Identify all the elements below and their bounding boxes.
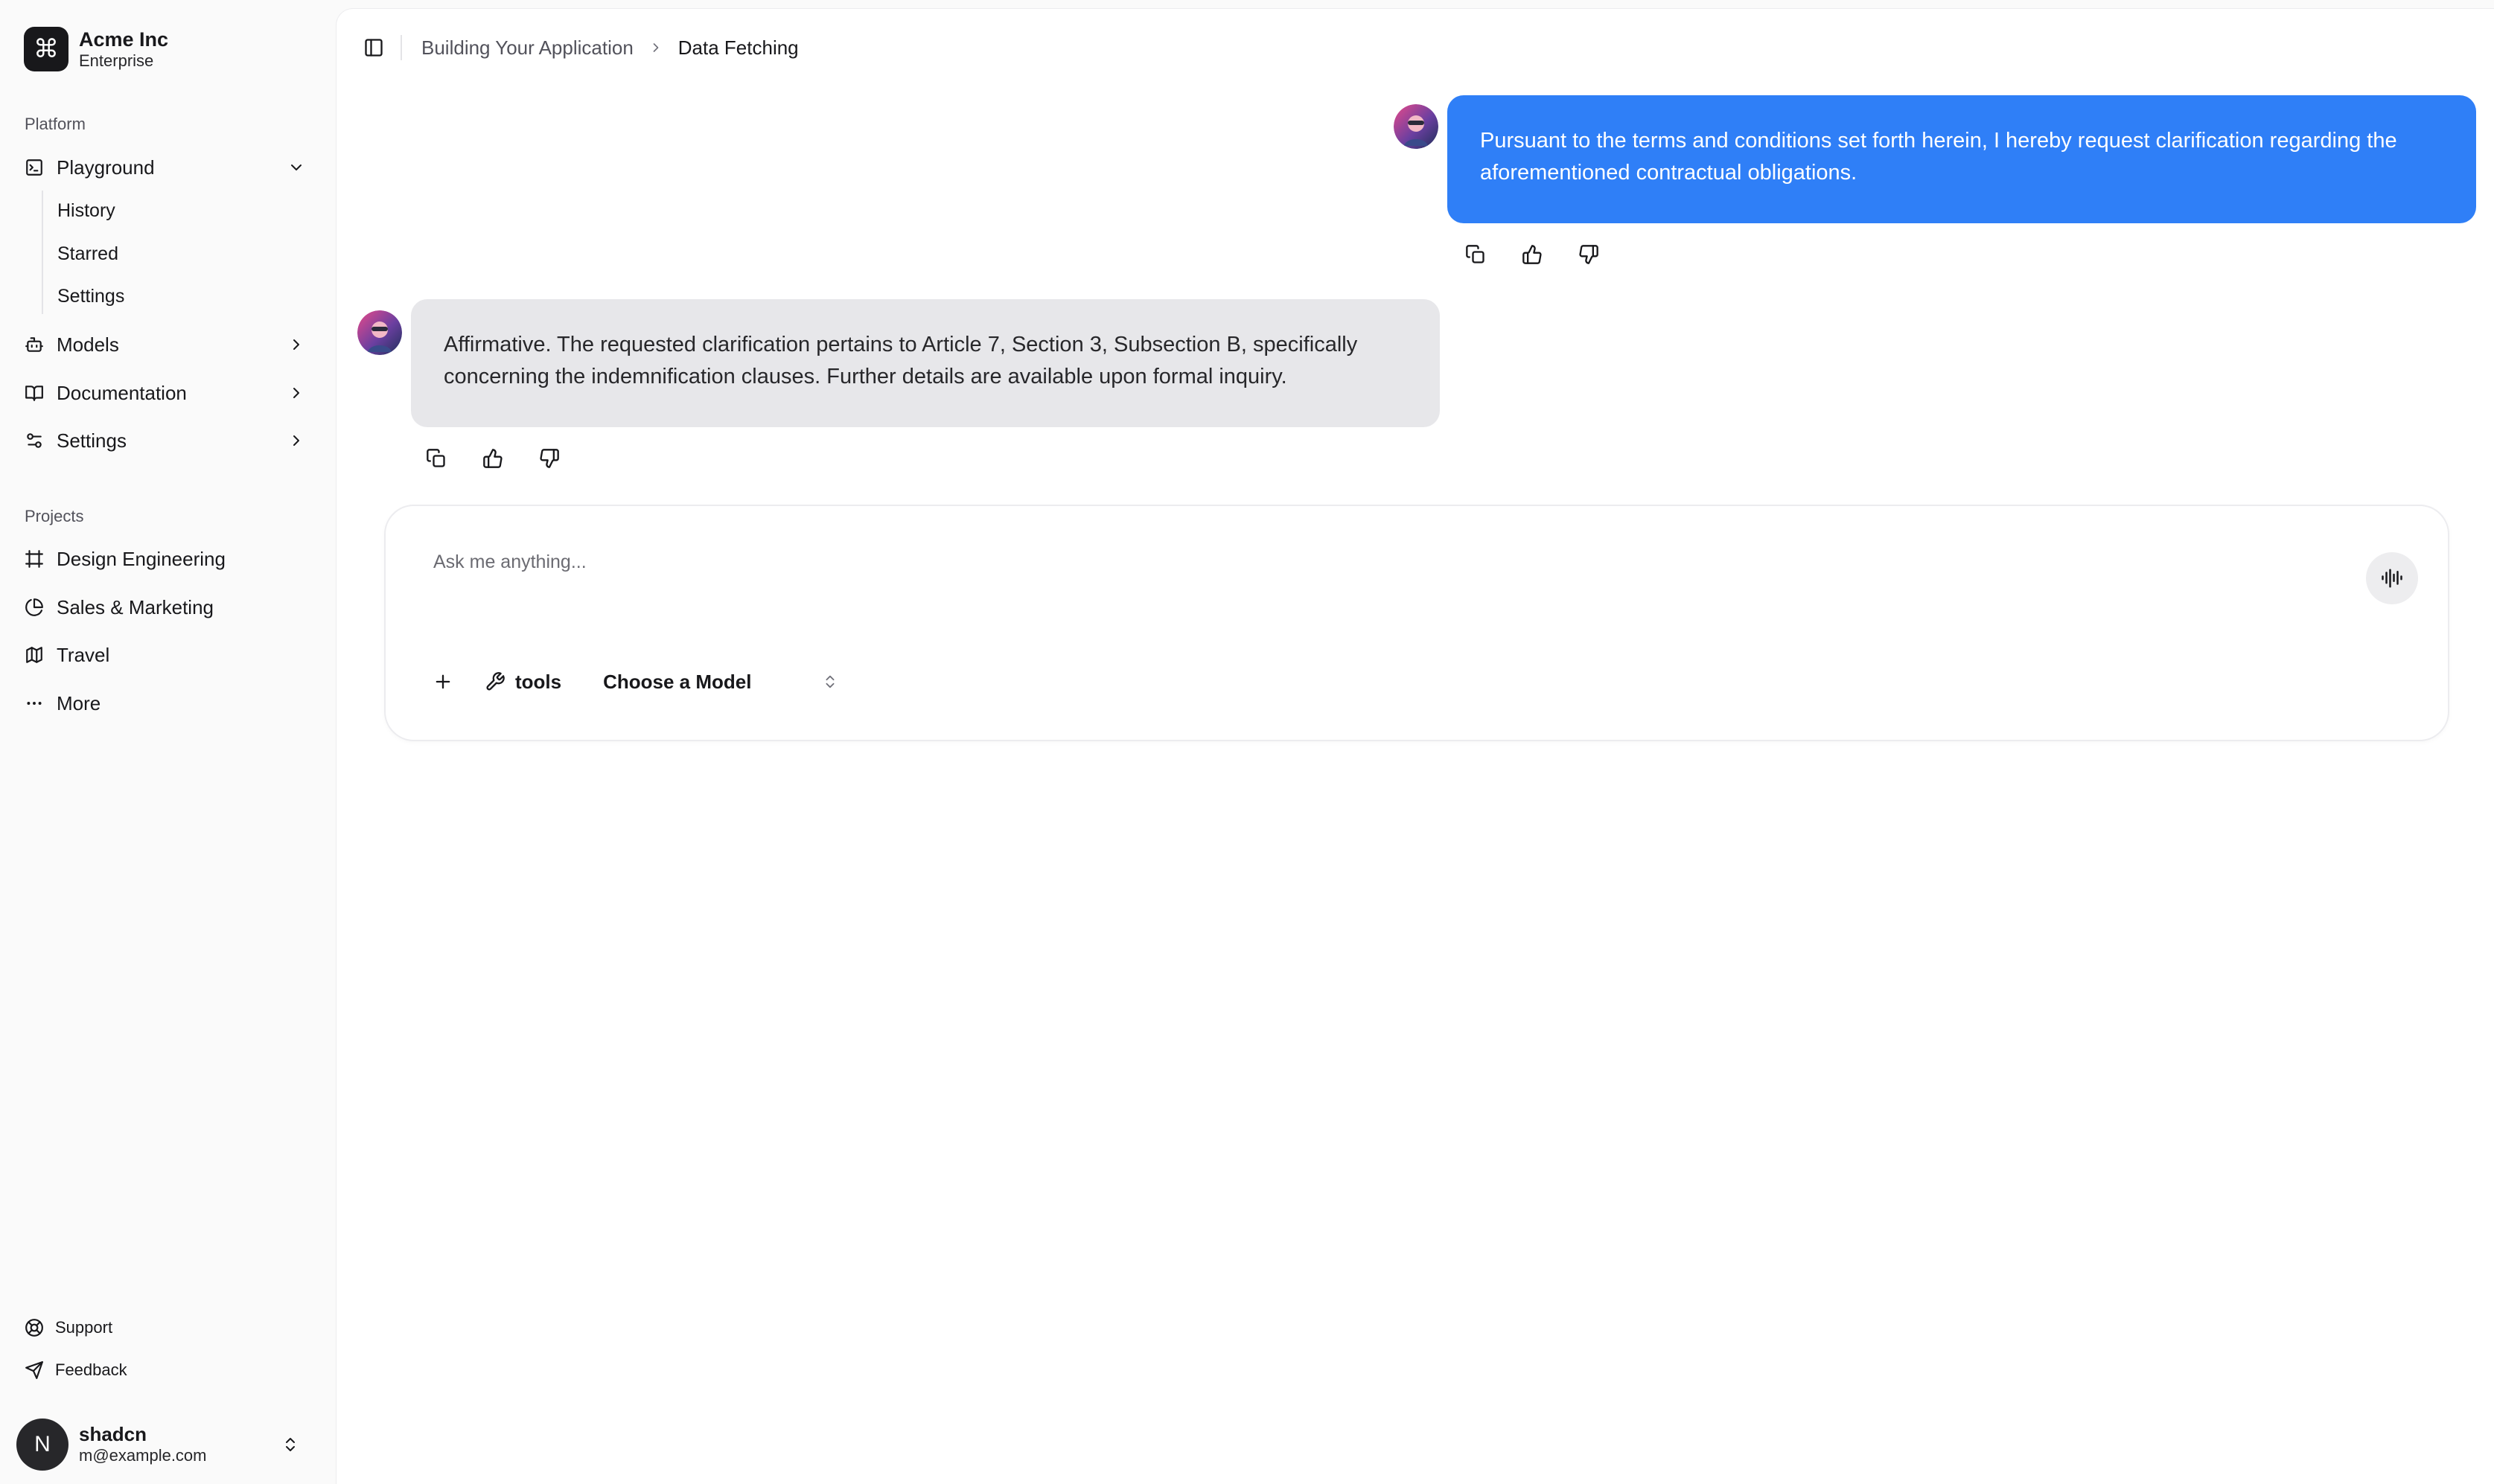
project-item-more[interactable]: More — [24, 682, 307, 724]
project-item-label: More — [57, 691, 101, 714]
copy-button[interactable] — [1461, 240, 1490, 269]
thumbs-down-icon — [539, 448, 560, 469]
thumbs-down-button[interactable] — [535, 444, 564, 473]
voice-input-button[interactable] — [2366, 552, 2418, 604]
add-attachment-button[interactable] — [424, 663, 462, 700]
thumbs-down-button[interactable] — [1574, 240, 1604, 269]
chevron-right-icon — [286, 430, 307, 451]
send-icon — [24, 1360, 45, 1381]
sidebar-item-label: Feedback — [55, 1360, 127, 1379]
thumbs-up-icon — [482, 448, 503, 469]
user-menu[interactable]: N shadcn m@example.com — [16, 1419, 311, 1471]
sidebar: ⌘ Acme Inc Enterprise Platform Playgroun… — [0, 0, 337, 1484]
assistant-message-bubble: Affirmative. The requested clarification… — [411, 299, 1440, 427]
sidebar-item-support[interactable]: Support — [24, 1311, 112, 1344]
model-select[interactable]: Choose a Model — [603, 671, 838, 694]
sidebar-item-playground[interactable]: Playground — [24, 147, 307, 188]
thumbs-down-icon — [1578, 244, 1599, 265]
bot-icon — [24, 334, 45, 355]
breadcrumb-link[interactable]: Building Your Application — [421, 36, 634, 60]
pie-chart-icon — [24, 597, 45, 618]
book-open-icon — [24, 383, 45, 403]
assistant-message-actions — [421, 444, 591, 473]
tools-label: tools — [515, 670, 562, 693]
chevron-down-icon — [286, 157, 307, 178]
chevron-right-icon — [648, 40, 663, 55]
user-message-actions — [1461, 240, 1630, 269]
settings-2-icon — [24, 430, 45, 451]
sidebar-subitem-starred[interactable]: Starred — [57, 236, 118, 272]
header: Building Your Application Data Fetching — [359, 31, 799, 64]
user-avatar — [1394, 104, 1438, 149]
plus-icon — [433, 671, 453, 692]
sidebar-toggle-button[interactable] — [359, 33, 389, 63]
chevrons-up-down-icon — [822, 674, 838, 690]
user-name: shadcn — [79, 1423, 147, 1445]
chevrons-up-down-icon — [280, 1434, 301, 1455]
team-switcher[interactable]: ⌘ Acme Inc Enterprise — [24, 27, 168, 71]
copy-button[interactable] — [421, 444, 451, 473]
projects-group-label: Projects — [25, 507, 84, 525]
map-icon — [24, 645, 45, 665]
project-item-label: Design Engineering — [57, 547, 226, 570]
message-text: Pursuant to the terms and conditions set… — [1480, 129, 2397, 185]
thumbs-up-icon — [1522, 244, 1543, 265]
platform-group-label: Platform — [25, 115, 86, 133]
project-item-label: Travel — [57, 643, 110, 666]
breadcrumb-page: Data Fetching — [677, 36, 799, 59]
user-email: m@example.com — [79, 1446, 207, 1465]
team-plan: Enterprise — [79, 51, 154, 70]
avatar: N — [16, 1419, 68, 1471]
model-select-value: Choose a Model — [603, 670, 752, 693]
sidebar-item-documentation[interactable]: Documentation — [24, 372, 307, 414]
prompt-composer: tools Choose a Model — [384, 505, 2449, 741]
tools-button[interactable]: tools — [484, 671, 561, 694]
sidebar-item-label: Models — [57, 333, 119, 356]
submenu-line — [42, 191, 43, 314]
project-item-label: Sales & Marketing — [57, 595, 214, 618]
more-horizontal-icon — [24, 693, 45, 714]
sidebar-item-settings[interactable]: Settings — [24, 420, 307, 461]
team-name: Acme Inc — [79, 28, 169, 51]
breadcrumb: Building Your Application Data Fetching — [421, 36, 799, 60]
sidebar-item-label: Playground — [57, 156, 155, 179]
message-text: Affirmative. The requested clarification… — [444, 333, 1358, 388]
sidebar-item-models[interactable]: Models — [24, 324, 307, 365]
terminal-square-icon — [24, 157, 45, 178]
frame-icon — [24, 548, 45, 569]
sidebar-item-label: Documentation — [57, 381, 187, 404]
sidebar-subitem-history[interactable]: History — [57, 193, 115, 228]
project-item-sales-marketing[interactable]: Sales & Marketing — [24, 586, 307, 628]
sidebar-item-label: Settings — [57, 429, 127, 452]
copy-icon — [1465, 244, 1486, 265]
prompt-input[interactable] — [433, 543, 2220, 581]
wrench-icon — [484, 671, 506, 693]
project-item-travel[interactable]: Travel — [24, 634, 307, 676]
chevron-right-icon — [286, 383, 307, 403]
user-message-bubble: Pursuant to the terms and conditions set… — [1447, 95, 2476, 223]
thumbs-up-button[interactable] — [478, 444, 508, 473]
sidebar-subitem-settings[interactable]: Settings — [57, 278, 124, 314]
main-panel: Building Your Application Data Fetching … — [337, 9, 2494, 1484]
project-item-design-engineering[interactable]: Design Engineering — [24, 538, 307, 580]
composer-toolbar: tools Choose a Model — [424, 659, 838, 704]
command-icon: ⌘ — [24, 27, 68, 71]
thumbs-up-button[interactable] — [1517, 240, 1547, 269]
assistant-avatar — [357, 310, 402, 355]
copy-icon — [426, 448, 447, 469]
header-separator — [401, 35, 402, 60]
team-info: Acme Inc Enterprise — [79, 28, 168, 71]
audio-lines-icon — [2381, 567, 2403, 589]
panel-left-icon — [363, 37, 384, 58]
life-buoy-icon — [24, 1317, 45, 1338]
sidebar-item-label: Support — [55, 1318, 113, 1337]
chevron-right-icon — [286, 334, 307, 355]
user-info: shadcn m@example.com — [79, 1423, 280, 1466]
sidebar-item-feedback[interactable]: Feedback — [24, 1354, 127, 1387]
